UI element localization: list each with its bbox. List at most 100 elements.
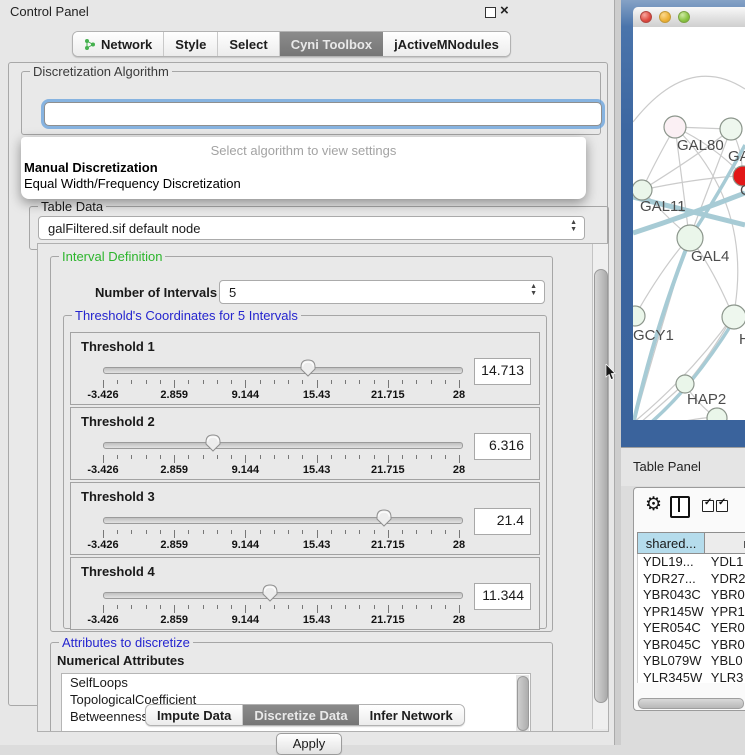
slider-tick (302, 455, 303, 459)
threshold-value-field[interactable]: 14.713 (474, 358, 531, 385)
slider-tick-label: 28 (453, 464, 465, 476)
slider-tick (160, 605, 161, 609)
minimize-traffic-light-icon[interactable] (659, 11, 671, 23)
table-data-combobox[interactable]: galFiltered.sif default node ▲▼ (38, 216, 585, 240)
close-icon[interactable]: × (500, 2, 509, 19)
tab-select[interactable]: Select (218, 32, 279, 56)
slider-handle[interactable] (300, 359, 316, 377)
float-window-icon[interactable] (485, 7, 496, 18)
scrollbar-thumb[interactable] (594, 269, 608, 703)
table-panel-titlebar: Table Panel (621, 447, 745, 486)
network-edge[interactable] (633, 76, 745, 122)
table-row[interactable]: YBR045CYBR0 (638, 637, 745, 654)
column-header[interactable]: shared... (637, 532, 705, 554)
network-edge[interactable] (635, 242, 685, 316)
tab-infer-network[interactable]: Infer Network (359, 705, 464, 725)
table-row[interactable]: YDL19...YDL1 (638, 554, 745, 571)
slider-track[interactable] (103, 442, 463, 449)
network-node[interactable] (722, 305, 745, 329)
slider-tick (231, 605, 232, 609)
table-cell: YDL1 (707, 554, 745, 571)
slider-track[interactable] (103, 367, 463, 374)
slider-handle[interactable] (262, 584, 278, 602)
threshold-value-field[interactable]: 11.344 (474, 583, 531, 610)
close-traffic-light-icon[interactable] (640, 11, 652, 23)
table-cell: YER0 (707, 620, 745, 637)
split-view-icon[interactable] (670, 496, 690, 518)
slider-tick (146, 455, 147, 459)
checkbox-icon[interactable]: ✓ (716, 500, 728, 512)
number-of-intervals-combobox[interactable]: 5 ▲▼ (219, 280, 545, 304)
table-cell: YBR043C (638, 587, 707, 604)
network-node[interactable] (707, 408, 727, 420)
slider-tick (174, 605, 175, 613)
attributes-scrollbar[interactable] (516, 675, 529, 731)
slider-handle[interactable] (205, 434, 221, 452)
table-row[interactable]: YBL079WYBL0 (638, 653, 745, 670)
scrollbar-thumb[interactable] (638, 698, 744, 709)
dropdown-option-equal-width[interactable]: Equal Width/Frequency Discretization (21, 176, 586, 192)
table-row[interactable]: YDR27...YDR2 (638, 571, 745, 588)
tab-discretize-data[interactable]: Discretize Data (243, 705, 358, 725)
tab-style[interactable]: Style (164, 32, 218, 56)
network-canvas[interactable]: GAL80GACGAL11GAL4GCY1HHAP2 (633, 27, 745, 420)
slider-tick-label: 9.144 (232, 614, 260, 626)
slider-tick (245, 455, 246, 463)
attribute-list-item[interactable]: SelfLoops (62, 674, 530, 691)
column-header[interactable]: na (705, 532, 745, 554)
node-label: C (740, 182, 745, 199)
slider-handle[interactable] (376, 509, 392, 527)
check-mark: ✓ (704, 497, 712, 508)
node-label: GA (728, 148, 745, 165)
table-row[interactable]: YLR345WYLR3 (638, 670, 745, 684)
interval-definition-group: Interval Definition Number of Intervals … (50, 256, 553, 632)
dropdown-option-manual[interactable]: Manual Discretization (21, 160, 586, 176)
tab-impute-data[interactable]: Impute Data (146, 705, 243, 725)
threshold-value-field[interactable]: 21.4 (474, 508, 531, 535)
slider-track[interactable] (103, 517, 463, 524)
table-cell: YDR2 (707, 571, 745, 588)
network-icon (84, 38, 96, 51)
table-row[interactable]: YPR145WYPR1 (638, 604, 745, 621)
zoom-traffic-light-icon[interactable] (678, 11, 690, 23)
slider-tick (302, 530, 303, 534)
tab-jactivemnodules[interactable]: jActiveMNodules (383, 32, 510, 56)
slider-tick-label: 15.43 (303, 539, 331, 551)
slider-tick (203, 605, 204, 609)
network-window-titlebar[interactable] (633, 7, 745, 28)
network-node[interactable] (633, 306, 645, 326)
slider-tick (374, 530, 375, 534)
network-node[interactable] (633, 180, 652, 200)
threshold-panel: Threshold 3-3.4262.8599.14415.4321.71528… (70, 482, 540, 555)
tab-network[interactable]: Network (73, 32, 164, 56)
dropdown-prompt[interactable]: Select algorithm to view settings (21, 143, 586, 160)
scrollbar-thumb[interactable] (517, 676, 529, 731)
table-panel: ⚙ ✓ ✓ shared...na YDL19...YDL1YDR27...YD… (633, 487, 745, 711)
slider-tick-label: 28 (453, 539, 465, 551)
algorithm-combobox[interactable] (44, 102, 602, 126)
threshold-panel: Threshold 2-3.4262.8599.14415.4321.71528… (70, 407, 540, 480)
table-row[interactable]: YBR043CYBR0 (638, 587, 745, 604)
slider-tick (317, 380, 318, 388)
spinner-arrows-icon: ▲▼ (570, 219, 577, 233)
number-of-intervals-label: Number of Intervals (95, 285, 217, 300)
apply-button[interactable]: Apply (276, 733, 342, 755)
table-row[interactable]: YER054CYER0 (638, 620, 745, 637)
slider-tick (231, 530, 232, 534)
network-node[interactable] (664, 116, 686, 138)
table-horizontal-scrollbar[interactable] (637, 698, 743, 707)
slider-tick (274, 530, 275, 534)
slider-tick (260, 530, 261, 534)
slider-tick (302, 380, 303, 384)
slider-tick (203, 455, 204, 459)
gear-icon[interactable]: ⚙ (645, 493, 662, 516)
slider-tick (445, 530, 446, 534)
slider-tick (388, 530, 389, 538)
slider-tick (231, 455, 232, 459)
network-graph: GAL80GACGAL11GAL4GCY1HHAP2 (633, 27, 745, 420)
checkbox-icon[interactable]: ✓ (702, 500, 714, 512)
settings-scrollbar[interactable] (592, 244, 608, 729)
slider-track[interactable] (103, 592, 463, 599)
tab-cyni-toolbox[interactable]: Cyni Toolbox (280, 32, 383, 56)
threshold-value-field[interactable]: 6.316 (474, 433, 531, 460)
